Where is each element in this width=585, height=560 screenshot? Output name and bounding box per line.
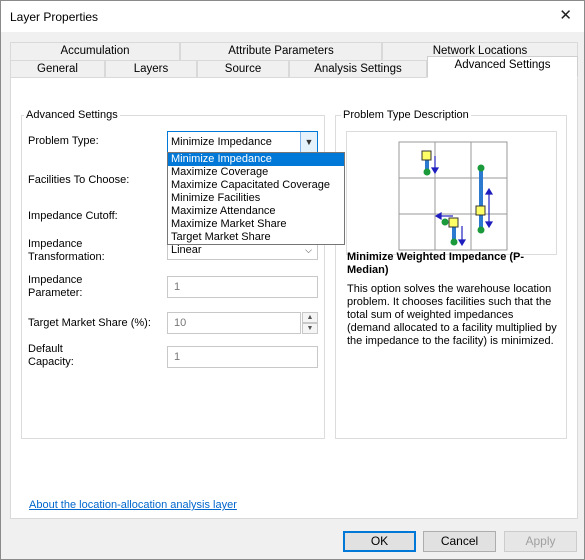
apply-button[interactable]: Apply bbox=[504, 531, 577, 552]
window-title: Layer Properties bbox=[10, 10, 99, 24]
description-text: This option solves the warehouse locatio… bbox=[347, 283, 557, 347]
problem-type-description-label: Problem Type Description bbox=[341, 109, 471, 121]
tab-general[interactable]: General bbox=[10, 60, 105, 78]
default-capacity-input[interactable]: 1 bbox=[167, 346, 318, 368]
problem-type-select[interactable]: Minimize Impedance ▼ bbox=[167, 131, 318, 153]
advanced-settings-label: Advanced Settings bbox=[24, 109, 120, 121]
help-link[interactable]: About the location-allocation analysis l… bbox=[29, 499, 237, 511]
tab-advanced-settings[interactable]: Advanced Settings bbox=[427, 56, 578, 78]
impedance-parameter-input[interactable]: 1 bbox=[167, 276, 318, 298]
p-median-diagram-icon bbox=[398, 141, 508, 251]
impedance-cutoff-label: Impedance Cutoff: bbox=[28, 210, 118, 222]
dropdown-option[interactable]: Maximize Attendance bbox=[168, 205, 344, 218]
dropdown-option[interactable]: Maximize Capacitated Coverage bbox=[168, 179, 344, 192]
cancel-button[interactable]: Cancel bbox=[423, 531, 496, 552]
target-market-share-label: Target Market Share (%): bbox=[28, 317, 151, 329]
problem-type-diagram bbox=[346, 131, 557, 255]
target-market-share-input[interactable]: 10 bbox=[167, 312, 301, 334]
impedance-parameter-label: Impedance Parameter: bbox=[28, 274, 83, 299]
dropdown-option[interactable]: Target Market Share bbox=[168, 231, 344, 244]
spin-up-icon[interactable]: ▲ bbox=[302, 312, 318, 323]
chevron-down-icon[interactable]: ▼ bbox=[300, 132, 317, 152]
impedance-transformation-label: Impedance Transformation: bbox=[28, 238, 105, 263]
dropdown-option[interactable]: Minimize Impedance bbox=[168, 153, 344, 166]
problem-type-dropdown[interactable]: Minimize Impedance Maximize Coverage Max… bbox=[167, 152, 345, 245]
tab-analysis-settings[interactable]: Analysis Settings bbox=[289, 60, 427, 78]
tab-accumulation[interactable]: Accumulation bbox=[10, 42, 180, 60]
problem-type-value: Minimize Impedance bbox=[171, 136, 272, 148]
default-capacity-label: Default Capacity: bbox=[28, 343, 74, 368]
tab-attribute-parameters[interactable]: Attribute Parameters bbox=[180, 42, 382, 60]
dropdown-option[interactable]: Maximize Coverage bbox=[168, 166, 344, 179]
tab-layers[interactable]: Layers bbox=[105, 60, 197, 78]
facilities-to-choose-label: Facilities To Choose: bbox=[28, 174, 130, 186]
title-bar: Layer Properties ✕ bbox=[1, 1, 584, 32]
dropdown-option[interactable]: Minimize Facilities bbox=[168, 192, 344, 205]
close-icon[interactable]: ✕ bbox=[559, 7, 572, 25]
layer-properties-dialog: Layer Properties ✕ Accumulation Attribut… bbox=[0, 0, 585, 560]
ok-button[interactable]: OK bbox=[343, 531, 416, 552]
tab-source[interactable]: Source bbox=[197, 60, 289, 78]
impedance-transformation-value: Linear bbox=[171, 244, 202, 256]
problem-type-label: Problem Type: bbox=[28, 135, 99, 147]
description-title: Minimize Weighted Impedance (P-Median) bbox=[347, 251, 525, 276]
dropdown-option[interactable]: Maximize Market Share bbox=[168, 218, 344, 231]
target-market-share-stepper[interactable]: ▲ ▼ bbox=[302, 312, 318, 334]
spin-down-icon[interactable]: ▼ bbox=[302, 323, 318, 334]
